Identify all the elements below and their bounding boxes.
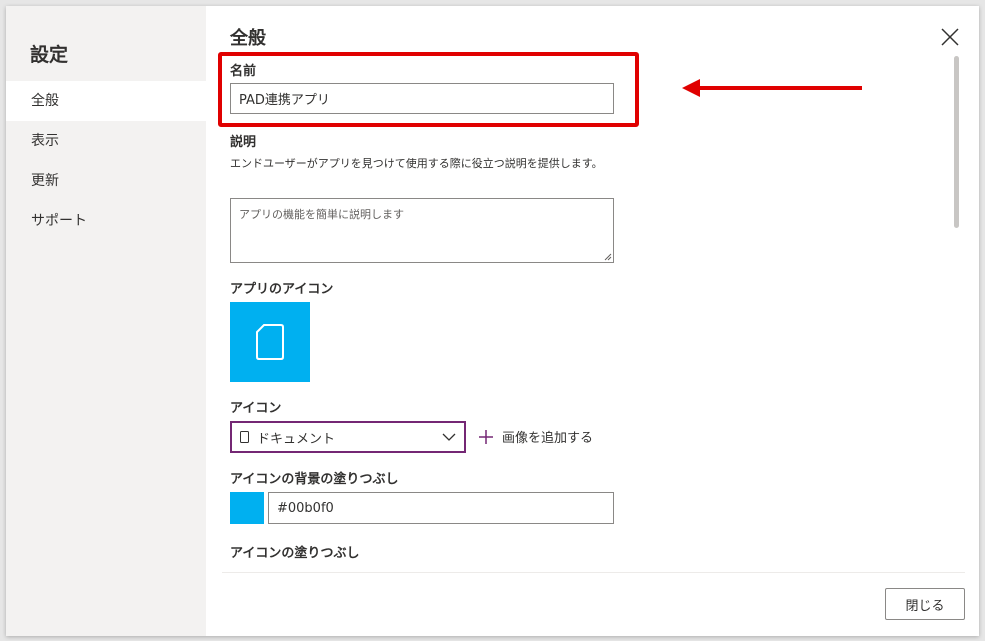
app-icon-preview [230,302,310,382]
document-icon [240,431,249,443]
chevron-down-icon [442,433,456,441]
description-placeholder: アプリの機能を簡単に説明します [239,208,404,221]
add-image-button[interactable]: 画像を追加する [478,427,593,446]
page-title: 全般 [230,28,266,49]
annotation-arrow-icon [682,79,862,97]
icon-label: アイコン [230,401,282,416]
settings-sidebar: 設定 全般 表示 更新 サポート [6,6,206,636]
bg-fill-swatch[interactable] [230,492,264,524]
plus-icon [479,429,493,444]
sidebar-title: 設定 [30,44,69,66]
sidebar-item-general[interactable]: 全般 [6,81,206,121]
icon-fill-label: アイコンの塗りつぶし [230,546,360,561]
annotation-highlight-box [218,52,639,127]
sidebar-item-display[interactable]: 表示 [6,121,206,161]
sidebar-item-support[interactable]: サポート [6,201,206,241]
icon-select[interactable]: ドキュメント [230,421,466,453]
description-textarea[interactable]: アプリの機能を簡単に説明します [230,198,614,263]
bg-fill-label: アイコンの背景の塗りつぶし [230,472,399,487]
description-help-text: エンドユーザーがアプリを見つけて使用する際に役立つ説明を提供します。 [230,157,603,170]
add-image-label: 画像を追加する [502,431,594,446]
bg-fill-value: #00b0f0 [277,500,334,516]
resize-grip-icon[interactable] [604,253,612,261]
bg-fill-input[interactable]: #00b0f0 [268,492,614,524]
vertical-scrollbar[interactable] [954,56,959,228]
document-icon [256,324,284,360]
close-button[interactable]: 閉じる [885,588,965,620]
icon-select-value: ドキュメント [257,431,336,447]
footer-divider [222,572,965,573]
description-label: 説明 [230,135,257,150]
close-icon[interactable] [941,28,959,46]
app-icon-label: アプリのアイコン [230,282,334,297]
sidebar-item-updates[interactable]: 更新 [6,161,206,201]
